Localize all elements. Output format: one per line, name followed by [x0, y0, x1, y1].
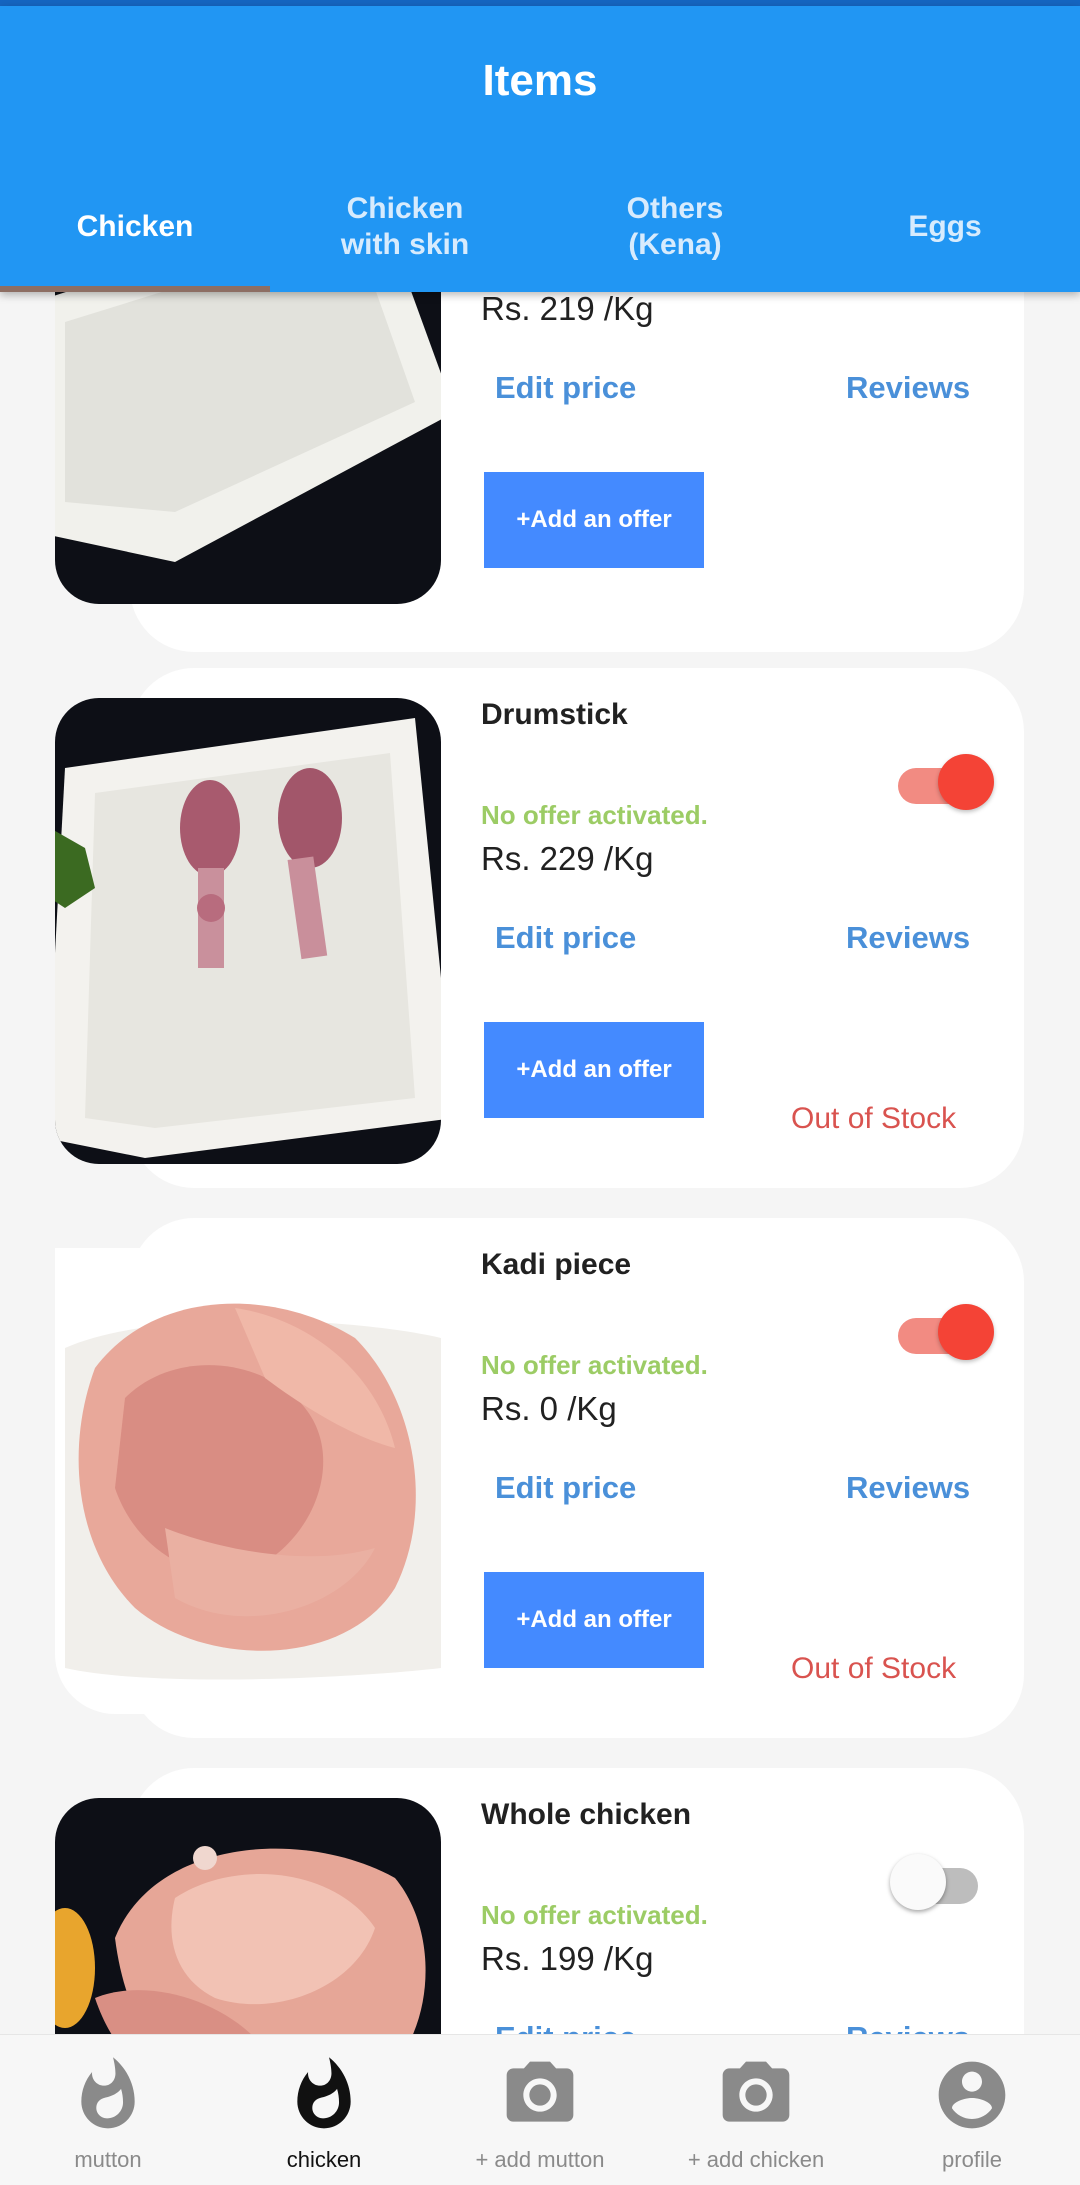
offer-status: No offer activated.: [481, 800, 708, 830]
item-price: Rs. 0 /Kg: [481, 1390, 617, 1427]
item-photo: [55, 1798, 441, 2034]
edit-price-link[interactable]: Edit price: [495, 2020, 636, 2034]
toggle-thumb: [938, 1304, 994, 1360]
item-name: Kadi piece: [481, 1248, 632, 1281]
camera-icon: [506, 2061, 574, 2122]
availability-toggle[interactable]: [880, 1300, 1000, 1364]
toggle-thumb: [938, 754, 994, 810]
tab-eggs[interactable]: Eggs: [810, 162, 1080, 292]
flame-icon: [81, 2057, 135, 2129]
item-photo: [55, 1248, 441, 1714]
out-of-stock-label: Out of Stock: [791, 1102, 957, 1135]
item-photo: [55, 292, 441, 604]
edit-price-link[interactable]: Edit price: [495, 370, 636, 406]
item-photo: [55, 698, 441, 1164]
add-offer-button[interactable]: +Add an offer: [484, 1022, 704, 1118]
reviews-link[interactable]: Reviews: [846, 1470, 970, 1506]
nav-label: + add chicken: [687, 2147, 825, 2172]
nav-label: chicken: [286, 2147, 362, 2172]
item-price: Rs. 229 /Kg: [481, 840, 654, 877]
tab-chicken-with-skin[interactable]: Chicken with skin: [270, 162, 540, 292]
availability-toggle[interactable]: [880, 750, 1000, 814]
item-name: Whole chicken: [481, 1798, 692, 1831]
tab-others-kena[interactable]: Others (Kena): [540, 162, 810, 292]
reviews-link[interactable]: Reviews: [846, 370, 970, 406]
reviews-link[interactable]: Reviews: [846, 2020, 970, 2034]
edit-price-link[interactable]: Edit price: [495, 1470, 636, 1506]
edit-price-link[interactable]: Edit price: [495, 920, 636, 956]
flame-icon: [297, 2057, 351, 2129]
out-of-stock-label: Out of Stock: [791, 1652, 957, 1685]
nav-add-mutton[interactable]: + add mutton: [432, 2035, 648, 2185]
app-bar: Items Chicken Chicken with skin Others (…: [0, 6, 1080, 292]
toggle-thumb: [890, 1854, 946, 1910]
add-offer-button[interactable]: +Add an offer: [484, 1572, 704, 1668]
nav-add-chicken[interactable]: + add chicken: [648, 2035, 864, 2185]
page-title: Items: [482, 56, 598, 105]
nav-label: mutton: [74, 2147, 142, 2172]
item-price: Rs. 219 /Kg: [481, 292, 654, 327]
bottom-navigation: mutton chicken + add mutton + add chicke…: [0, 2034, 1080, 2185]
nav-mutton[interactable]: mutton: [0, 2035, 216, 2185]
account-circle-icon: [938, 2061, 1006, 2129]
item-name: Drumstick: [481, 698, 628, 731]
offer-status: No offer activated.: [481, 1350, 708, 1380]
camera-icon: [722, 2061, 790, 2122]
nav-label: + add mutton: [475, 2147, 605, 2172]
availability-toggle[interactable]: [880, 1850, 1000, 1914]
nav-label: profile: [942, 2147, 1002, 2172]
reviews-link[interactable]: Reviews: [846, 920, 970, 956]
nav-profile[interactable]: profile: [864, 2035, 1080, 2185]
tab-indicator: [0, 286, 270, 292]
tab-bar: Chicken Chicken with skin Others (Kena) …: [0, 172, 1080, 292]
offer-status: No offer activated.: [481, 1900, 708, 1930]
tab-chicken[interactable]: Chicken: [0, 162, 270, 292]
add-offer-button[interactable]: +Add an offer: [484, 472, 704, 568]
items-list[interactable]: Rs. 219 /Kg Edit price Reviews +Add an o…: [0, 292, 1080, 2034]
nav-chicken[interactable]: chicken: [216, 2035, 432, 2185]
item-price: Rs. 199 /Kg: [481, 1940, 654, 1977]
